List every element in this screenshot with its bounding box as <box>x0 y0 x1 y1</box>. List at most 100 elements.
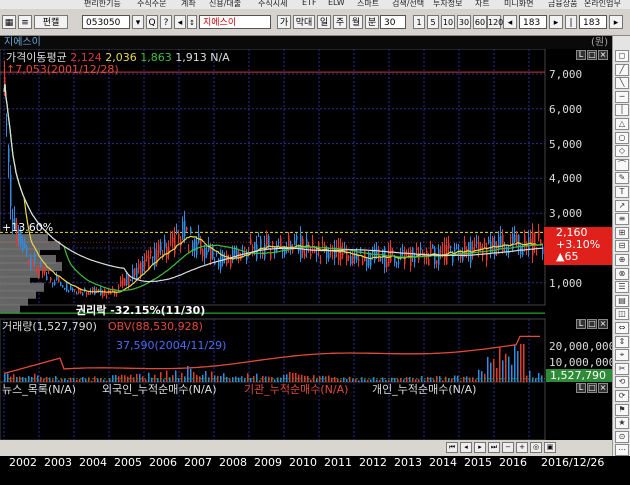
vline-tool-icon[interactable]: │ <box>615 104 629 117</box>
menu-item-6[interactable]: ELW <box>328 0 345 7</box>
select-tool-icon[interactable]: ◻ <box>615 50 629 62</box>
volume-bar-165 <box>169 377 171 382</box>
scroll-left-icon[interactable]: ◂ <box>460 442 472 453</box>
panel1-lock-icon[interactable]: L <box>576 50 586 60</box>
candle-body-318 <box>322 244 324 246</box>
circle-tool-icon[interactable]: ○ <box>615 131 629 144</box>
flag-tool-icon[interactable]: ⚑ <box>615 403 629 416</box>
down-line-tool-icon[interactable]: ╲ <box>615 77 629 90</box>
grid-menu-icon[interactable]: ▦ <box>2 15 16 29</box>
v-resize-tool-icon[interactable]: ⇕ <box>615 335 629 348</box>
diamond-tool-icon[interactable]: ◇ <box>615 145 629 158</box>
week-period-button[interactable]: 주 <box>333 15 347 29</box>
chart-scrollbar[interactable]: ⏮ ◂ ▸ ⏭ − + ◎ ▣ <box>0 440 612 456</box>
menu-item-8[interactable]: 검색/선택 <box>392 0 424 9</box>
menu-item-7[interactable]: 스마트 <box>357 0 379 9</box>
panel2-maximize-icon[interactable]: □ <box>587 319 597 329</box>
target-tool-icon[interactable]: ⌖ <box>615 349 629 362</box>
settings-icon[interactable]: ≡ <box>18 15 32 29</box>
volume-label: 거래량(1,527,790) <box>2 320 97 333</box>
panel1-close-icon[interactable]: × <box>598 50 608 60</box>
menu-item-3[interactable]: 신용/대출 <box>209 0 241 9</box>
minute-period-button[interactable]: 분 <box>365 15 379 29</box>
more-tool-icon[interactable]: ⋯ <box>615 444 629 457</box>
grid-tool-icon[interactable]: ⊞ <box>615 226 629 239</box>
price-button[interactable]: 가 <box>277 15 291 29</box>
channel-tool-icon[interactable]: ≡ <box>615 213 629 226</box>
remove-tool-icon[interactable]: ⊗ <box>615 267 629 280</box>
panel3-lock-icon[interactable]: L <box>576 383 586 393</box>
chart-type-button[interactable]: 막대 <box>293 15 315 29</box>
candle-body-186 <box>190 227 192 234</box>
scroll-mode-icon[interactable]: | <box>565 15 577 29</box>
menu-item-13[interactable]: 온라인업무 <box>584 0 621 9</box>
split-tool-icon[interactable]: ◫ <box>615 308 629 321</box>
menu-item-5[interactable]: ETF <box>302 0 317 7</box>
minute-value-input[interactable]: 30 <box>380 15 406 29</box>
candle-body-478 <box>482 249 484 256</box>
lookup-icon[interactable]: ? <box>160 15 172 29</box>
list-tool-icon[interactable]: ☰ <box>615 281 629 294</box>
zoom-reset-icon[interactable]: ◎ <box>530 442 542 453</box>
triangle-tool-icon[interactable]: △ <box>615 118 629 130</box>
redo-tool-icon[interactable]: ⟳ <box>615 390 629 402</box>
menu-item-0[interactable]: 편리한기능 <box>84 0 121 9</box>
panel3-maximize-icon[interactable]: □ <box>587 383 597 393</box>
count-button-2[interactable]: 10 <box>441 15 455 29</box>
view-count-input-2[interactable]: 183 <box>579 15 607 29</box>
text-tool-icon[interactable]: T <box>615 186 629 198</box>
scroll-first-icon[interactable]: ⏮ <box>446 442 458 453</box>
add-tool-icon[interactable]: ⊕ <box>615 254 629 266</box>
count-button-3[interactable]: 30 <box>457 15 471 29</box>
volume-bar-360 <box>364 379 366 382</box>
view-count-input[interactable]: 183 <box>519 15 547 29</box>
count-button-4[interactable]: 60 <box>473 15 487 29</box>
panel1-maximize-icon[interactable]: □ <box>587 50 597 60</box>
menu-item-10[interactable]: 차트 <box>475 0 490 9</box>
market-tab[interactable]: 펀캘 <box>34 15 68 29</box>
compare-icon[interactable]: ↕ <box>187 15 197 29</box>
menu-item-12[interactable]: 금융상품 <box>548 0 577 9</box>
prev-stock-icon[interactable]: ◂ <box>174 15 186 29</box>
h-resize-tool-icon[interactable]: ⇔ <box>615 322 629 334</box>
arc-tool-icon[interactable]: ⌒ <box>615 158 629 171</box>
zoom-in-icon[interactable]: ▸ <box>549 15 563 29</box>
count-button-0[interactable]: 1 <box>413 15 425 29</box>
volume-bar-477 <box>481 371 483 382</box>
code-dropdown-icon[interactable]: ▾ <box>132 15 144 29</box>
scroll-lock-icon[interactable]: ▣ <box>544 442 556 453</box>
zoom-out-icon[interactable]: ◂ <box>503 15 517 29</box>
menu-item-9[interactable]: 투자정보 <box>433 0 462 9</box>
scroll-last-icon[interactable]: ⏭ <box>488 442 500 453</box>
hline-tool-icon[interactable]: ─ <box>615 90 629 103</box>
volume-bar-201 <box>205 371 207 382</box>
menu-item-1[interactable]: 주식주문 <box>137 0 166 9</box>
table-tool-icon[interactable]: ▤ <box>615 294 629 307</box>
x-tick-3: 2005 <box>114 456 142 469</box>
count-button-5[interactable]: 120 <box>487 15 503 29</box>
panel2-close-icon[interactable]: × <box>598 319 608 329</box>
stock-name-field[interactable]: 지에스이 <box>199 15 271 29</box>
next-icon[interactable]: ▸ <box>609 15 623 29</box>
menu-item-2[interactable]: 계좌 <box>181 0 196 9</box>
undo-tool-icon[interactable]: ⟲ <box>615 376 629 389</box>
trendline-tool-icon[interactable]: ╱ <box>615 63 629 76</box>
menu-item-4[interactable]: 주식시세 <box>258 0 287 9</box>
zoom-plus-icon[interactable]: + <box>516 442 528 453</box>
count-button-1[interactable]: 5 <box>427 15 439 29</box>
box-tool-icon[interactable]: ⊟ <box>615 240 629 253</box>
panel2-lock-icon[interactable]: L <box>576 319 586 329</box>
stock-code-input[interactable]: 053050 <box>82 15 130 29</box>
month-period-button[interactable]: 월 <box>349 15 363 29</box>
search-icon[interactable]: Q <box>146 15 158 29</box>
star-tool-icon[interactable]: ★ <box>615 417 629 430</box>
zoom-minus-icon[interactable]: − <box>502 442 514 453</box>
panel3-close-icon[interactable]: × <box>598 383 608 393</box>
menu-item-11[interactable]: 미니화면 <box>504 0 533 9</box>
day-period-button[interactable]: 일 <box>317 15 331 29</box>
arrow-tool-icon[interactable]: ↗ <box>615 199 629 212</box>
pen-tool-icon[interactable]: ✎ <box>615 172 629 185</box>
cut-tool-icon[interactable]: ✂ <box>615 362 629 375</box>
scroll-right-icon[interactable]: ▸ <box>474 442 486 453</box>
point-tool-icon[interactable]: ⊙ <box>615 430 629 443</box>
